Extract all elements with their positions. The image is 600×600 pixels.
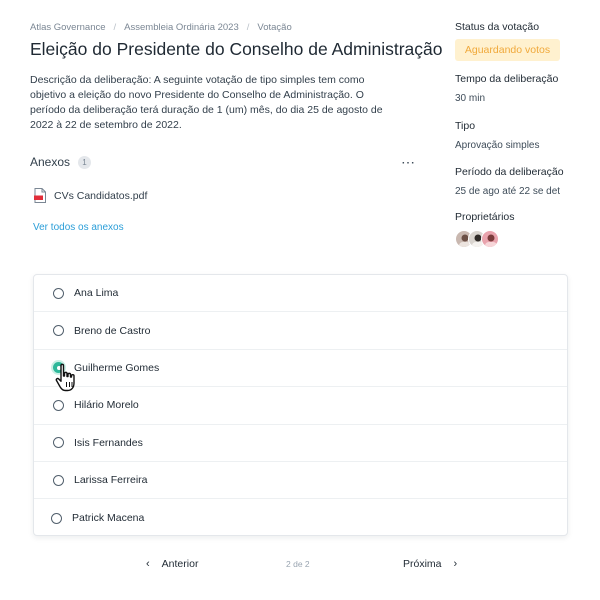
previous-button[interactable]: ‹ Anterior <box>146 558 198 570</box>
next-button[interactable]: Próxima › <box>403 558 457 570</box>
type-value: Aprovação simples <box>455 140 540 151</box>
owners-label: Proprietários <box>455 211 515 223</box>
attachment-name: CVs Candidatos.pdf <box>54 189 148 202</box>
breadcrumb-separator: / <box>113 22 117 33</box>
chevron-left-icon: ‹ <box>146 558 150 570</box>
candidate-name: Hilário Morelo <box>74 399 139 412</box>
candidate-name: Breno de Castro <box>74 324 151 337</box>
status-badge: Aguardando votos <box>455 39 560 61</box>
candidate-option-selected[interactable]: Guilherme Gomes <box>34 350 567 388</box>
chevron-right-icon: › <box>453 558 458 570</box>
attachments-title: Anexos <box>30 155 71 169</box>
candidate-option[interactable]: Isis Fernandes <box>34 425 567 462</box>
breadcrumb-item-organization[interactable]: Atlas Governance <box>30 22 106 33</box>
more-options-icon[interactable]: ⋯ <box>401 155 416 169</box>
candidate-name: Guilherme Gomes <box>74 361 160 374</box>
duration-value: 30 min <box>455 93 486 104</box>
candidate-option[interactable]: Patrick Macena <box>34 499 567 535</box>
period-value: 25 de ago até 22 se det <box>455 186 561 197</box>
candidate-options-card: Ana Lima Breno de Castro Guilherme Gomes… <box>33 274 568 536</box>
breadcrumb-item-assembly[interactable]: Assembleia Ordinária 2023 <box>124 22 239 33</box>
candidate-option[interactable]: Larissa Ferreira <box>34 462 567 500</box>
next-label: Próxima <box>403 558 442 570</box>
radio-button[interactable] <box>53 287 64 299</box>
radio-button[interactable] <box>53 399 64 411</box>
candidate-name: Ana Lima <box>74 287 119 300</box>
candidate-option[interactable]: Hilário Morelo <box>34 387 567 425</box>
page-title: Eleição do Presidente do Conselho de Adm… <box>30 39 443 59</box>
avatar[interactable] <box>481 230 499 248</box>
radio-button-checked[interactable] <box>53 362 64 374</box>
pdf-file-icon <box>34 188 46 203</box>
candidate-name: Isis Fernandes <box>74 436 143 449</box>
page-indicator: 2 de 2 <box>286 559 310 569</box>
type-label: Tipo <box>455 120 476 132</box>
period-label: Período da deliberação <box>455 166 564 178</box>
candidate-option[interactable]: Breno de Castro <box>34 312 567 350</box>
pagination: ‹ Anterior 2 de 2 Próxima › <box>0 558 600 576</box>
radio-button[interactable] <box>51 512 62 524</box>
deliberation-description: Descrição da deliberação: A seguinte vot… <box>30 74 383 131</box>
status-label: Status da votação <box>455 21 540 33</box>
attachments-count-badge: 1 <box>78 155 92 169</box>
previous-label: Anterior <box>161 558 199 570</box>
radio-button[interactable] <box>53 474 64 486</box>
candidate-name: Patrick Macena <box>72 512 145 525</box>
breadcrumb-separator: / <box>246 22 250 33</box>
duration-label: Tempo da deliberação <box>455 73 559 85</box>
breadcrumb: Atlas Governance / Assembleia Ordinária … <box>30 22 292 33</box>
radio-button[interactable] <box>53 325 64 337</box>
attachments-header: Anexos 1 ⋯ <box>30 155 416 169</box>
breadcrumb-item-voting[interactable]: Votação <box>257 22 291 33</box>
candidate-option[interactable]: Ana Lima <box>34 275 567 313</box>
radio-button[interactable] <box>53 437 64 449</box>
see-all-attachments-link[interactable]: Ver todos os anexos <box>33 222 124 233</box>
owners-avatars <box>455 230 515 248</box>
candidate-name: Larissa Ferreira <box>74 474 148 487</box>
attachment-item[interactable]: CVs Candidatos.pdf <box>34 188 147 203</box>
